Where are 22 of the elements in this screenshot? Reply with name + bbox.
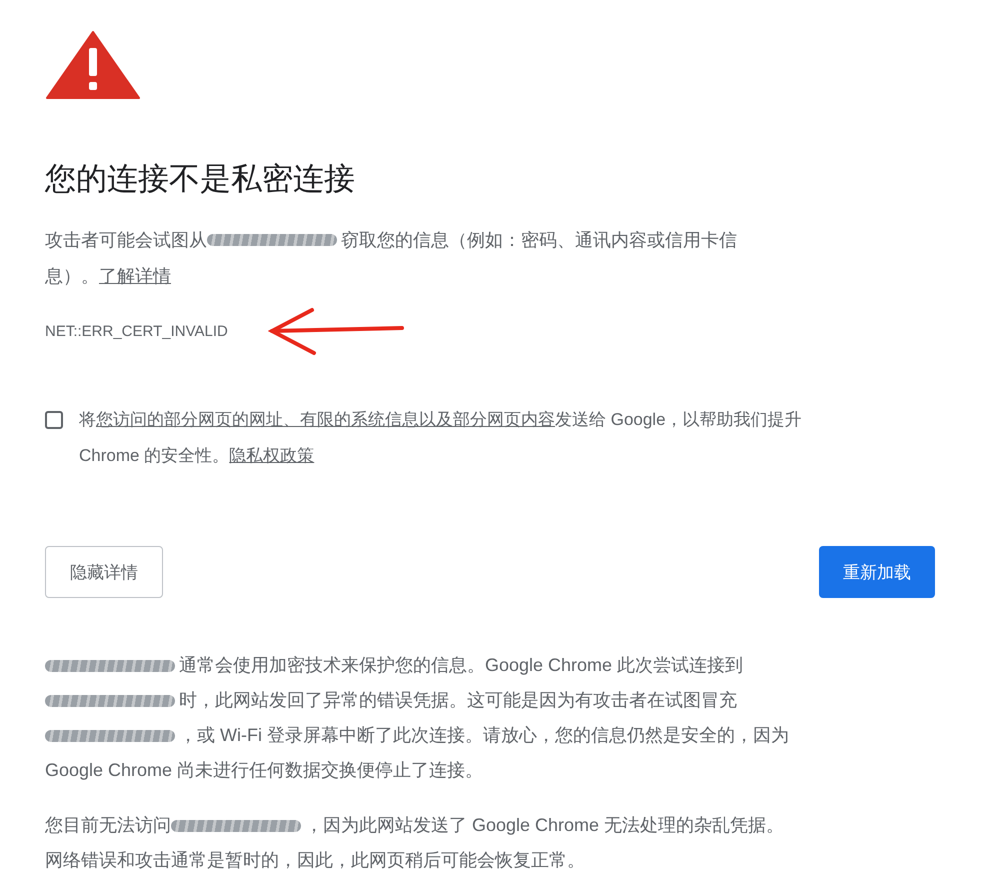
page-heading: 您的连接不是私密连接 — [45, 160, 356, 198]
paragraph-text: Google Chrome 尚未进行任何数据交换便停止了连接。 — [45, 759, 484, 782]
paragraph-text: 息）。 — [45, 265, 99, 288]
paragraph-text: 攻击者可能会试图从 — [45, 229, 207, 252]
hide-details-button[interactable]: 隐藏详情 — [45, 546, 163, 598]
paragraph-text: 时，此网站发回了异常的错误凭据。这可能是因为有攻击者在试图冒充 — [179, 689, 737, 712]
paragraph-text: ，或 Wi-Fi 登录屏幕中断了此次连接。请放心，您的信息仍然是安全的，因为 — [179, 724, 789, 747]
reload-button[interactable]: 重新加载 — [819, 546, 935, 598]
paragraph-text: 通常会使用加密技术来保护您的信息。Google Chrome 此次尝试连接到 — [179, 654, 744, 677]
checkbox-label: 发送给 Google，以帮助我们提升 — [555, 409, 802, 431]
error-code: NET::ERR_CERT_INVALID — [45, 322, 228, 340]
report-checkbox[interactable] — [45, 411, 63, 429]
link[interactable]: 您访问的部分网页的网址、有限的系统信息以及部分网页内容 — [96, 402, 555, 438]
paragraph-text: 网络错误和攻击通常是暂时的，因此，此网页稍后可能会恢复正常。 — [45, 849, 585, 872]
warning-icon — [45, 30, 141, 100]
learn-more-link[interactable]: 了解详情 — [99, 258, 171, 294]
checkbox-label: Chrome 的安全性。 — [79, 445, 230, 467]
paragraph-text: 窃取您的信息（例如：密码、通讯内容或信用卡信 — [341, 229, 737, 252]
link[interactable]: 隐私权政策 — [229, 438, 314, 474]
paragraph-text: 您目前无法访问 — [45, 814, 171, 837]
checkbox-label: 将 — [79, 409, 96, 431]
paragraph-text: ，因为此网站发送了 Google Chrome 无法处理的杂乱凭据。 — [305, 814, 784, 837]
